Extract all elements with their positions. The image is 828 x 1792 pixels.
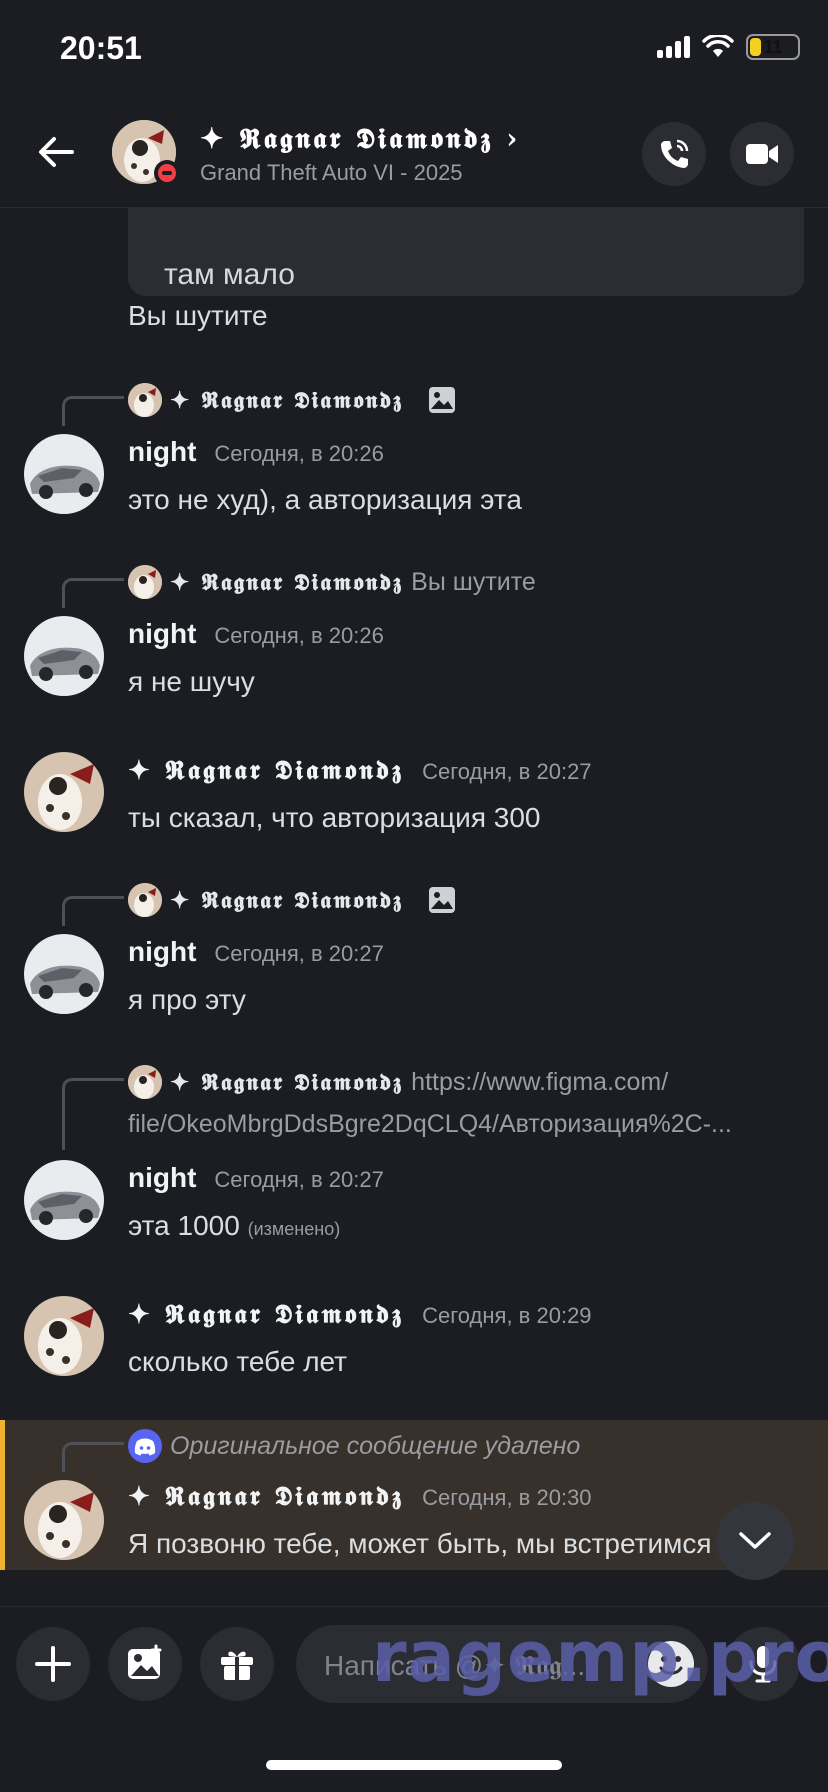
- message-author[interactable]: ✦ 𝕽𝖆𝖌𝖓𝖆𝖗 𝕯𝖎𝖆𝖒𝖔𝖓𝖉𝖟: [128, 1482, 404, 1513]
- status-time: 20:51: [60, 30, 142, 66]
- user-avatar[interactable]: [24, 752, 104, 832]
- user-avatar[interactable]: [24, 1480, 104, 1560]
- reply-connector: [62, 578, 124, 608]
- jump-to-present-button[interactable]: [716, 1502, 794, 1580]
- message-header: night Сегодня, в 20:26: [128, 618, 384, 650]
- user-avatar[interactable]: [24, 934, 104, 1014]
- message-author[interactable]: night: [128, 1162, 196, 1194]
- voice-call-button[interactable]: [642, 122, 706, 186]
- status-bar: 20:51 11: [0, 0, 828, 100]
- recipient-name[interactable]: ✦ 𝕽𝖆𝖌𝖓𝖆𝖗 𝕯𝖎𝖆𝖒𝖔𝖓𝖉𝖟 ›: [200, 122, 520, 156]
- user-avatar[interactable]: [24, 1296, 104, 1376]
- channel-header: ✦ 𝕽𝖆𝖌𝖓𝖆𝖗 𝕯𝖎𝖆𝖒𝖔𝖓𝖉𝖟 › Grand Theft Auto VI …: [0, 100, 828, 208]
- wifi-icon: [702, 35, 734, 57]
- reply-preview[interactable]: ✦ 𝕽𝖆𝖌𝖓𝖆𝖗 𝕯𝖎𝖆𝖒𝖔𝖓𝖉𝖟: [128, 882, 457, 918]
- edited-marker: (изменено): [247, 1219, 341, 1239]
- message-timestamp: Сегодня, в 20:27: [214, 1167, 384, 1192]
- message-body: ты сказал, что авторизация 300: [128, 802, 541, 833]
- message-body: Я позвоню тебе, может быть, мы встретимс…: [128, 1528, 712, 1559]
- battery-icon: 11: [746, 34, 800, 60]
- reply-preview[interactable]: ✦ 𝕽𝖆𝖌𝖓𝖆𝖗 𝕯𝖎𝖆𝖒𝖔𝖓𝖉𝖟 https://www.figma.com/: [128, 1064, 668, 1100]
- message-header: night Сегодня, в 20:27: [128, 1162, 384, 1194]
- image-attachment-icon: [429, 387, 456, 413]
- home-indicator[interactable]: [266, 1760, 562, 1770]
- reply-text-continued: file/OkeoMbrgDdsBgre2DqCLQ4/Авторизация%…: [128, 1110, 732, 1138]
- watermark: ragemp.pro: [372, 1616, 828, 1698]
- battery-level: 11: [763, 37, 783, 57]
- add-attachment-button[interactable]: [16, 1627, 90, 1701]
- message-header: ✦ 𝕽𝖆𝖌𝖓𝖆𝖗 𝕯𝖎𝖆𝖒𝖔𝖓𝖉𝖟 Сегодня, в 20:29: [128, 1300, 592, 1331]
- user-avatar[interactable]: [24, 1160, 104, 1240]
- message-timestamp: Сегодня, в 20:30: [422, 1485, 592, 1510]
- reply-author: ✦ 𝕽𝖆𝖌𝖓𝖆𝖗 𝕯𝖎𝖆𝖒𝖔𝖓𝖉𝖟: [170, 886, 404, 914]
- reply-avatar: [128, 383, 162, 417]
- message-header: ✦ 𝕽𝖆𝖌𝖓𝖆𝖗 𝕯𝖎𝖆𝖒𝖔𝖓𝖉𝖟 Сегодня, в 20:27: [128, 756, 592, 787]
- message-author[interactable]: night: [128, 936, 196, 968]
- message-body: я не шучу: [128, 666, 255, 697]
- message-header: night Сегодня, в 20:27: [128, 936, 384, 968]
- message-header: night Сегодня, в 20:26: [128, 436, 384, 468]
- reply-avatar: [128, 1065, 162, 1099]
- message-timestamp: Сегодня, в 20:29: [422, 1303, 592, 1328]
- back-arrow-icon[interactable]: [32, 128, 80, 176]
- message-body: я про эту: [128, 984, 246, 1015]
- reply-preview[interactable]: ✦ 𝕽𝖆𝖌𝖓𝖆𝖗 𝕯𝖎𝖆𝖒𝖔𝖓𝖉𝖟: [128, 382, 457, 418]
- recipient-activity: Grand Theft Auto VI - 2025: [200, 160, 463, 185]
- video-call-button[interactable]: [730, 122, 794, 186]
- video-camera-icon: [746, 144, 778, 164]
- message-body: Вы шутите: [128, 300, 268, 331]
- message-body: сколько тебе лет: [128, 1346, 348, 1377]
- reply-avatar: [128, 883, 162, 917]
- reply-author: ✦ 𝕽𝖆𝖌𝖓𝖆𝖗 𝕯𝖎𝖆𝖒𝖔𝖓𝖉𝖟: [170, 386, 404, 414]
- embed-text: там мало: [164, 258, 295, 291]
- message-author[interactable]: ✦ 𝕽𝖆𝖌𝖓𝖆𝖗 𝕯𝖎𝖆𝖒𝖔𝖓𝖉𝖟: [128, 1300, 404, 1331]
- discord-logo-icon: [128, 1429, 162, 1463]
- chevron-down-icon: [739, 1532, 771, 1549]
- status-icons: 11: [657, 34, 800, 60]
- message-body: эта 1000 (изменено): [128, 1210, 340, 1242]
- reply-author: ✦ 𝕽𝖆𝖌𝖓𝖆𝖗 𝕯𝖎𝖆𝖒𝖔𝖓𝖉𝖟: [170, 568, 404, 596]
- reply-author: ✦ 𝕽𝖆𝖌𝖓𝖆𝖗 𝕯𝖎𝖆𝖒𝖔𝖓𝖉𝖟: [170, 1068, 404, 1096]
- reply-text: Вы шутите: [411, 567, 536, 596]
- reply-preview[interactable]: Оригинальное сообщение удалено: [128, 1428, 580, 1464]
- message-author[interactable]: ✦ 𝕽𝖆𝖌𝖓𝖆𝖗 𝕯𝖎𝖆𝖒𝖔𝖓𝖉𝖟: [128, 756, 404, 787]
- plus-icon: [35, 1646, 71, 1682]
- message-author[interactable]: night: [128, 436, 196, 468]
- message-list[interactable]: там мало Вы шутите ✦ 𝕽𝖆𝖌𝖓𝖆𝖗 𝕯𝖎𝖆𝖒𝖔𝖓𝖉𝖟 nig…: [0, 208, 828, 1570]
- message-text: эта 1000: [128, 1210, 240, 1241]
- cellular-signal-icon: [657, 36, 690, 58]
- message-timestamp: Сегодня, в 20:27: [214, 941, 384, 966]
- message-timestamp: Сегодня, в 20:27: [422, 759, 592, 784]
- reply-preview[interactable]: ✦ 𝕽𝖆𝖌𝖓𝖆𝖗 𝕯𝖎𝖆𝖒𝖔𝖓𝖉𝖟 Вы шутите: [128, 564, 536, 600]
- user-avatar[interactable]: [24, 434, 104, 514]
- reply-connector: [62, 1078, 124, 1150]
- message-timestamp: Сегодня, в 20:26: [214, 623, 384, 648]
- message-author[interactable]: night: [128, 618, 196, 650]
- reply-connector: [62, 1442, 124, 1472]
- image-attachment-icon: [429, 887, 456, 913]
- message-header: ✦ 𝕽𝖆𝖌𝖓𝖆𝖗 𝕯𝖎𝖆𝖒𝖔𝖓𝖉𝖟 Сегодня, в 20:30: [128, 1482, 592, 1513]
- image-icon: [128, 1644, 162, 1679]
- reply-text: https://www.figma.com/: [411, 1067, 669, 1096]
- reply-connector: [62, 896, 124, 926]
- reply-avatar: [128, 565, 162, 599]
- gift-icon: [221, 1651, 253, 1680]
- phone-icon: [661, 139, 689, 168]
- message-timestamp: Сегодня, в 20:26: [214, 441, 384, 466]
- user-avatar[interactable]: [24, 616, 104, 696]
- reply-text: Оригинальное сообщение удалено: [170, 1431, 581, 1460]
- message-body: это не худ), а авторизация эта: [128, 484, 522, 515]
- reply-connector: [62, 396, 124, 426]
- gallery-button[interactable]: [108, 1627, 182, 1701]
- do-not-disturb-status-icon: [154, 160, 180, 186]
- gift-button[interactable]: [200, 1627, 274, 1701]
